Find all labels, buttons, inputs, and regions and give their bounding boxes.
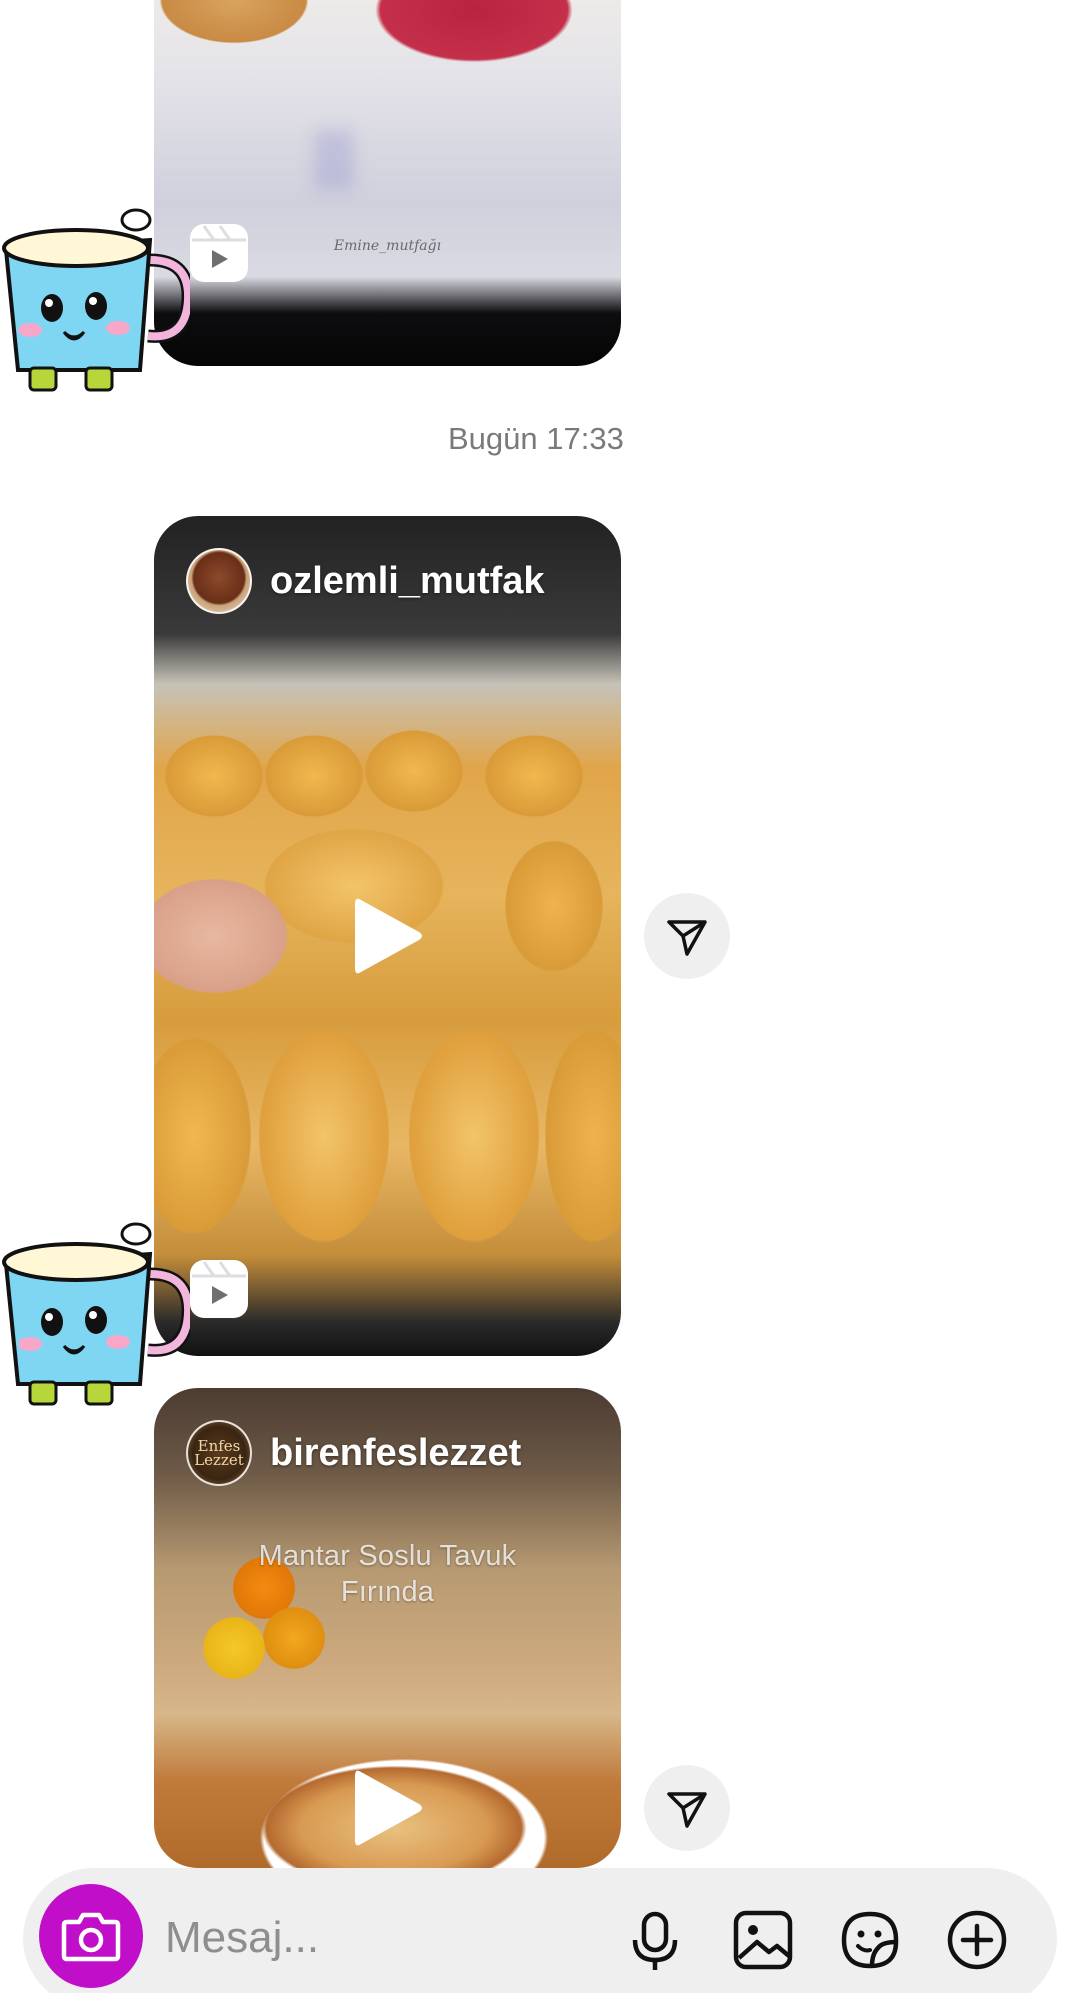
- camera-icon: [61, 1912, 121, 1962]
- reels-icon: [190, 1260, 248, 1318]
- play-icon[interactable]: [351, 894, 425, 978]
- reel-message-1[interactable]: Emine_mutfağı: [154, 0, 621, 366]
- reel-username[interactable]: birenfeslezzet: [270, 1432, 521, 1475]
- sticker-icon[interactable]: [838, 1908, 902, 1972]
- profile-avatar[interactable]: Enfes Lezzet: [186, 1420, 252, 1486]
- reel-header[interactable]: Enfes Lezzet birenfeslezzet: [186, 1420, 521, 1486]
- cup-sticker: [2, 208, 190, 392]
- microphone-icon[interactable]: [623, 1908, 687, 1972]
- plus-circle-icon[interactable]: [945, 1908, 1009, 1972]
- forward-button[interactable]: [644, 1765, 730, 1851]
- reels-icon: [190, 224, 248, 282]
- reel-username[interactable]: ozlemli_mutfak: [270, 560, 545, 603]
- play-icon[interactable]: [351, 1766, 425, 1850]
- reel-message-3[interactable]: Mantar Soslu Tavuk Fırında Enfes Lezzet …: [154, 1388, 621, 1868]
- profile-avatar[interactable]: [186, 548, 252, 614]
- forward-button[interactable]: [644, 893, 730, 979]
- chat-thread: Emine_mutfağı Bugün 17:33 ozlemli_mutfak…: [0, 0, 1080, 1993]
- reel-header[interactable]: ozlemli_mutfak: [186, 548, 545, 614]
- image-icon[interactable]: [731, 1908, 795, 1972]
- send-icon: [667, 1792, 707, 1828]
- camera-button[interactable]: [39, 1884, 143, 1988]
- message-composer: [23, 1868, 1057, 1993]
- message-input[interactable]: [165, 1908, 605, 1968]
- reel-caption: Mantar Soslu Tavuk Fırında: [258, 1540, 517, 1608]
- reel-message-2[interactable]: ozlemli_mutfak: [154, 516, 621, 1356]
- reel-thumbnail: [154, 0, 621, 120]
- send-icon: [667, 920, 707, 956]
- cup-sticker: [2, 1222, 190, 1406]
